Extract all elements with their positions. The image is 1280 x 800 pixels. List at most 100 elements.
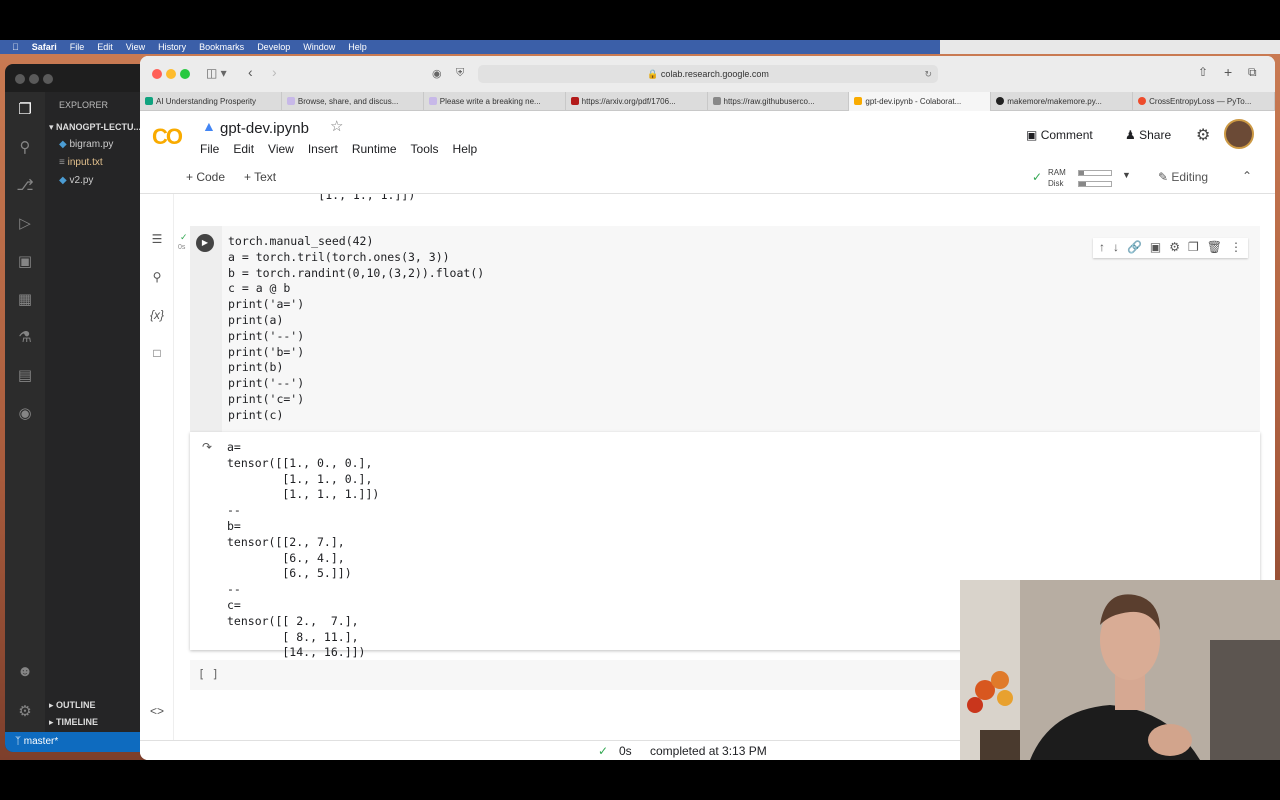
tab-ai-understanding[interactable]: AI Understanding Prosperity <box>140 92 282 111</box>
run-cell-button[interactable]: ▶ <box>196 234 214 252</box>
file-bigram[interactable]: ◆ bigram.py <box>59 139 113 150</box>
output-line: [ 8., 11.], <box>227 629 359 644</box>
tab-browse-share[interactable]: Browse, share, and discus... <box>282 92 424 111</box>
comment-button[interactable]: ▣ Comment <box>1026 128 1093 142</box>
back-icon[interactable]: ‹ <box>248 64 253 80</box>
extensions-icon[interactable]: ▦ <box>15 290 35 310</box>
account-icon[interactable]: ☻ <box>15 662 35 682</box>
editing-toggle[interactable]: ✎ Editing <box>1158 170 1208 184</box>
variables-icon[interactable]: {x} <box>149 308 165 324</box>
tab-makemore[interactable]: makemore/makemore.py... <box>991 92 1134 111</box>
move-down-icon[interactable]: ↓ <box>1113 240 1119 256</box>
file-input[interactable]: ≡ input.txt <box>59 157 103 168</box>
vscode-close-dot[interactable] <box>15 74 25 84</box>
comment-cell-icon[interactable]: ▣ <box>1150 240 1161 256</box>
output-line: tensor([[1., 0., 0.], <box>227 455 373 470</box>
gear-icon[interactable]: ⚙ <box>15 702 35 722</box>
tab-breaking-news[interactable]: Please write a breaking ne... <box>424 92 566 111</box>
file-v2[interactable]: ◆ v2.py <box>59 175 93 186</box>
branch-name[interactable]: master* <box>24 736 58 747</box>
tab-raw-github[interactable]: https://raw.githubuserco... <box>708 92 850 111</box>
sidebar-toggle-icon[interactable]: ◫ ▾ <box>206 66 227 80</box>
menubar-edit[interactable]: Edit <box>97 42 113 52</box>
outline-section[interactable]: ▸ OUTLINE <box>49 700 96 711</box>
code-line: print('c=') <box>228 391 305 406</box>
mirror-cell-icon[interactable]: ❐ <box>1188 240 1199 256</box>
menu-runtime[interactable]: Runtime <box>352 142 397 156</box>
cell-run-time: 0s <box>178 244 186 251</box>
files-icon[interactable]: ❐ <box>15 100 35 120</box>
move-up-icon[interactable]: ↑ <box>1099 240 1105 256</box>
settings-gear-icon[interactable]: ⚙ <box>1196 125 1210 145</box>
source-control-icon[interactable]: ⎇ <box>15 176 35 196</box>
testing-icon[interactable]: ⚗ <box>15 328 35 348</box>
status-duration: 0s <box>619 744 632 758</box>
notebook-title[interactable]: gpt-dev.ipynb <box>220 120 309 137</box>
delete-cell-icon[interactable]: 🗑 <box>1207 240 1222 256</box>
menu-help[interactable]: Help <box>453 142 478 156</box>
search-icon[interactable]: ⚲ <box>15 138 35 158</box>
code-snippets-icon[interactable]: <> <box>149 704 165 720</box>
folder-header[interactable]: ▾ NANOGPT-LECTU... <box>49 122 141 133</box>
tab-overview-icon[interactable]: ⧉ <box>1248 65 1257 80</box>
vscode-min-dot[interactable] <box>29 74 39 84</box>
menubar-view[interactable]: View <box>126 42 145 52</box>
shield-icon[interactable]: ⛨ <box>456 67 464 80</box>
forward-icon[interactable]: › <box>272 64 277 80</box>
timeline-section[interactable]: ▸ TIMELINE <box>49 717 98 728</box>
more-options-icon[interactable]: ⋮ <box>1230 240 1242 256</box>
cell-settings-icon[interactable]: ⚙ <box>1169 240 1180 256</box>
menubar-develop[interactable]: Develop <box>257 42 290 52</box>
menubar-file[interactable]: File <box>70 42 85 52</box>
add-text-button[interactable]: + Text <box>244 170 276 184</box>
menu-view[interactable]: View <box>268 142 294 156</box>
menu-file[interactable]: File <box>200 142 219 156</box>
colab-logo[interactable]: CO <box>152 124 183 150</box>
share-icon[interactable]: ⇧ <box>1198 65 1208 79</box>
menubar-window[interactable]: Window <box>303 42 335 52</box>
menu-insert[interactable]: Insert <box>308 142 338 156</box>
menubar-bookmarks[interactable]: Bookmarks <box>199 42 244 52</box>
mac-menubar:  Safari File Edit View History Bookmark… <box>0 40 940 54</box>
menubar-history[interactable]: History <box>158 42 186 52</box>
add-code-button[interactable]: + Code <box>186 170 225 184</box>
avatar[interactable] <box>1224 119 1254 149</box>
run-debug-icon[interactable]: ▷ <box>15 214 35 234</box>
star-icon[interactable]: ☆ <box>330 117 343 135</box>
tab-arxiv[interactable]: https://arxiv.org/pdf/1706... <box>566 92 708 111</box>
notebook-toolbar: + Code + Text ✓ RAM Disk ▼ ✎ Editing ⌃ <box>140 164 1275 192</box>
find-icon[interactable]: ⚲ <box>149 270 165 286</box>
link-icon[interactable]: 🔗 <box>1127 240 1142 256</box>
code-editor[interactable]: torch.manual_seed(42) a = torch.tril(torc… <box>228 234 484 424</box>
vscode-max-dot[interactable] <box>43 74 53 84</box>
new-tab-icon[interactable]: + <box>1224 64 1232 80</box>
code-cell[interactable]: ✓ 0s ▶ torch.manual_seed(42) a = torch.tr… <box>178 226 1260 432</box>
remote-explorer-icon[interactable]: ▣ <box>15 252 35 272</box>
menu-tools[interactable]: Tools <box>411 142 439 156</box>
close-button[interactable] <box>152 69 162 79</box>
runtime-dropdown-icon[interactable]: ▼ <box>1122 170 1131 180</box>
reload-icon[interactable]: ↻ <box>924 65 932 83</box>
files-folder-icon[interactable]: □ <box>149 346 165 362</box>
menubar-safari[interactable]: Safari <box>32 42 57 52</box>
minimize-button[interactable] <box>166 69 176 79</box>
tab-label: AI Understanding Prosperity <box>156 97 257 106</box>
menubar-help[interactable]: Help <box>348 42 367 52</box>
status-check-icon: ✓ <box>598 744 609 758</box>
resource-monitor[interactable]: RAM Disk <box>1048 167 1066 189</box>
output-toggle-icon[interactable]: ↷ <box>202 440 212 454</box>
share-button[interactable]: ♟ Share <box>1125 128 1171 142</box>
maximize-button[interactable] <box>180 69 190 79</box>
tab-gpt-dev[interactable]: gpt-dev.ipynb - Colaborat... <box>849 92 992 111</box>
collapse-header-icon[interactable]: ⌃ <box>1242 169 1252 183</box>
menu-edit[interactable]: Edit <box>233 142 254 156</box>
lock-icon: 🔒 <box>647 69 659 79</box>
github-icon[interactable]: ◉ <box>15 404 35 424</box>
extension-icon[interactable]: ◉ <box>432 67 442 80</box>
notebook-icon[interactable]: ▤ <box>15 366 35 386</box>
apple-icon[interactable]:  <box>12 42 19 52</box>
toc-icon[interactable]: ☰ <box>149 232 165 248</box>
activity-bar: ❐ ⚲ ⎇ ▷ ▣ ▦ ⚗ ▤ ◉ ☻ ⚙ <box>5 92 45 732</box>
tab-crossentropy[interactable]: CrossEntropyLoss — PyTo... <box>1133 92 1275 111</box>
address-bar[interactable]: 🔒 colab.research.google.com ↻ <box>478 65 938 83</box>
